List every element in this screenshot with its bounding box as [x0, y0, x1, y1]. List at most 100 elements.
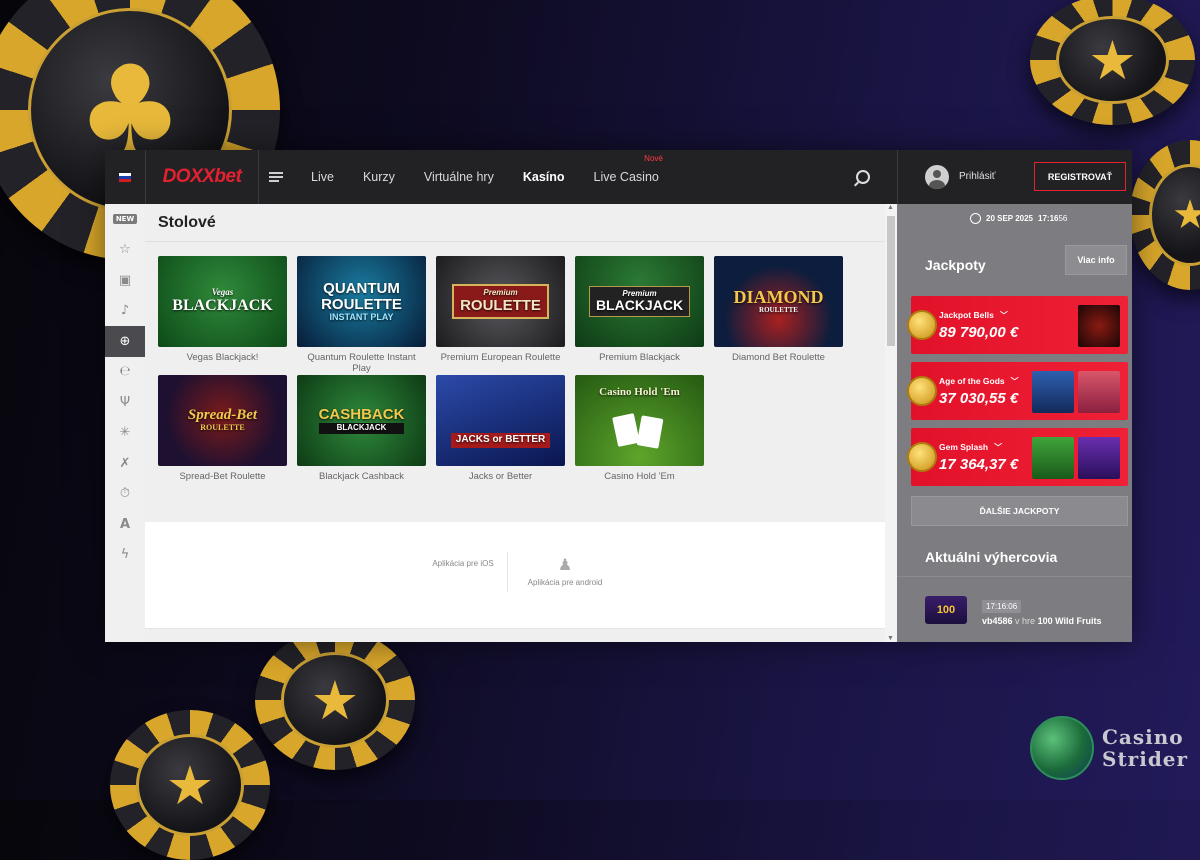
game-tile[interactable]: Premium BLACKJACK Premium Blackjack — [575, 256, 704, 363]
register-button[interactable]: REGISTROVAŤ — [1034, 162, 1126, 191]
menu-icon[interactable] — [269, 172, 283, 182]
game-tile[interactable]: JACKS or BETTER Jacks or Better — [436, 375, 565, 482]
logo-link[interactable]: DOXXbet — [146, 150, 259, 204]
decorative-chip-right: ★ — [1130, 140, 1200, 290]
nav-virtual-games[interactable]: Virtuálne hry — [424, 170, 494, 184]
nav-live-casino[interactable]: Live Casino Nové — [594, 154, 663, 184]
more-info-button[interactable]: Viac info — [1065, 245, 1127, 275]
slot-machine-icon[interactable]: ▣ — [105, 265, 145, 296]
jackpots-title: Jackpoty — [925, 257, 986, 273]
jackpot-game-thumbnail[interactable] — [1032, 437, 1074, 479]
jackpot-game-thumbnail[interactable] — [1078, 305, 1120, 347]
winner-time: 17:16:06 — [982, 600, 1022, 613]
game-tile[interactable]: Casino Hold 'Em Casino Hold 'Em — [575, 375, 704, 482]
jackpot-game-thumbnail[interactable] — [1078, 371, 1120, 413]
nav-live[interactable]: Live — [311, 170, 334, 184]
sidebar-item-new[interactable]: NEW — [105, 204, 145, 235]
decorative-chip-bottom-left: ★ — [110, 710, 270, 860]
doxxbet-logo: DOXXbet — [162, 166, 242, 187]
scrollbar[interactable]: ▲ ▼ — [885, 204, 897, 642]
jackpot-name: Age of the Gods — [939, 376, 1005, 386]
bell-icon[interactable]: ♪ — [105, 296, 145, 327]
jackpot-amount: 17 364,37 € — [939, 456, 1019, 473]
scroll-up-icon[interactable]: ▲ — [887, 204, 894, 211]
x-icon[interactable]: ✗ — [105, 448, 145, 479]
casino-strider-watermark: Casino Strider — [1030, 716, 1188, 780]
game-name: Quantum Roulette Instant Play — [307, 352, 416, 374]
jackpot-amount: 89 790,00 € — [939, 324, 1019, 341]
game-tile[interactable]: Premium ROULETTE Premium European Roulett… — [436, 256, 565, 363]
coin-icon — [907, 310, 937, 340]
game-name: Casino Hold 'Em — [604, 471, 675, 482]
game-tile[interactable]: Vegas BLACKJACK Vegas Blackjack! — [158, 256, 287, 363]
clock-icon[interactable]: ⏱ — [105, 479, 145, 510]
divider — [897, 150, 898, 204]
category-sidebar: NEW ☆ ▣ ♪ ⊕ ℮ Ψ ✳ ✗ ⏱ A ϟ — [105, 204, 146, 642]
winner-entry: vb4586 v hre 100 Wild Fruits — [982, 616, 1102, 626]
scroll-down-icon[interactable]: ▼ — [887, 635, 894, 642]
game-name: Spread-Bet Roulette — [179, 471, 266, 482]
user-avatar-icon[interactable] — [925, 165, 949, 189]
divider — [507, 552, 508, 592]
game-thumbnail: JACKS or BETTER — [436, 375, 565, 466]
jackpot-amount: 37 030,55 € — [939, 390, 1019, 407]
jackpot-game-thumbnail[interactable] — [1078, 437, 1120, 479]
roulette-icon[interactable]: ⊕ — [105, 326, 145, 357]
game-thumbnail: Premium ROULETTE — [436, 256, 565, 347]
jackpot-name: Jackpot Bells — [939, 310, 994, 320]
game-tile[interactable]: QUANTUM ROULETTE INSTANT PLAY Quantum Rou… — [297, 256, 426, 374]
game-name: Premium European Roulette — [440, 352, 561, 363]
android-app-link[interactable]: ♟ Aplikácia pre android — [515, 555, 615, 587]
clock: 20 SEP 2025 17:16 56 — [970, 213, 1067, 224]
wing-icon[interactable]: Ψ — [105, 387, 145, 418]
android-icon: ♟ — [557, 555, 573, 574]
search-icon[interactable] — [856, 170, 870, 184]
nav-casino[interactable]: Kasíno — [523, 170, 565, 184]
jackpot-card[interactable]: Gem Splash ﹀ 17 364,37 € — [907, 428, 1128, 486]
game-list: Stolové Vegas BLACKJACK Vegas Blackjack! … — [145, 204, 885, 642]
coin-icon — [907, 376, 937, 406]
slovak-flag-icon — [119, 172, 131, 182]
decorative-chip-top-right: ★ — [1030, 0, 1195, 125]
more-jackpots-button[interactable]: ĎALŠIE JACKPOTY — [911, 496, 1128, 526]
new-badge: Nové — [644, 154, 663, 163]
right-panel: 20 SEP 2025 17:16 56 Jackpoty Viac info J… — [897, 204, 1132, 642]
decorative-chip-bottom-center: ★ — [255, 630, 415, 770]
game-thumbnail: Casino Hold 'Em — [575, 375, 704, 466]
winners-title: Aktuálni výhercovia — [925, 549, 1058, 565]
game-thumbnail: CASHBACK BLACKJACK — [297, 375, 426, 466]
chevron-down-icon: ﹀ — [999, 311, 1008, 320]
jackpot-card[interactable]: Age of the Gods ﹀ 37 030,55 € — [907, 362, 1128, 420]
jackpot-game-thumbnail[interactable] — [1032, 371, 1074, 413]
game-name: Premium Blackjack — [599, 352, 680, 363]
divider — [145, 241, 885, 242]
game-name: Blackjack Cashback — [318, 471, 404, 482]
divider — [897, 576, 1132, 577]
scroll-thumb[interactable] — [887, 216, 895, 346]
game-tile[interactable]: Spread-Bet ROULETTE Spread-Bet Roulette — [158, 375, 287, 482]
a-icon[interactable]: A — [105, 509, 145, 540]
game-name: Diamond Bet Roulette — [732, 352, 825, 363]
game-name: Jacks or Better — [468, 471, 533, 482]
coin-icon — [907, 442, 937, 472]
jackpot-name: Gem Splash — [939, 442, 989, 452]
nav-kurzy[interactable]: Kurzy — [363, 170, 395, 184]
chevron-down-icon: ﹀ — [1010, 377, 1019, 386]
game-tile[interactable]: DIAMOND ROULETTE Diamond Bet Roulette — [714, 256, 843, 363]
language-selector[interactable] — [105, 150, 146, 204]
game-tile[interactable]: CASHBACK BLACKJACK Blackjack Cashback — [297, 375, 426, 482]
game-thumbnail: Vegas BLACKJACK — [158, 256, 287, 347]
globe-icon — [1030, 716, 1094, 780]
sparkle-icon[interactable]: ✳ — [105, 418, 145, 449]
login-link[interactable]: Prihlásiť — [959, 171, 996, 182]
bolt-icon[interactable]: ϟ — [105, 540, 145, 571]
e-icon[interactable]: ℮ — [105, 357, 145, 388]
jackpot-card[interactable]: Jackpot Bells ﹀ 89 790,00 € — [907, 296, 1128, 354]
star-icon[interactable]: ☆ — [105, 235, 145, 266]
ios-app-link[interactable]: Aplikácia pre iOS — [423, 555, 503, 568]
game-thumbnail: Spread-Bet ROULETTE — [158, 375, 287, 466]
top-bar: DOXXbet Live Kurzy Virtuálne hry Kasíno … — [105, 150, 1132, 204]
casino-window: DOXXbet Live Kurzy Virtuálne hry Kasíno … — [105, 150, 1132, 642]
winner-game-thumbnail[interactable]: 100 — [925, 596, 967, 624]
game-thumbnail: DIAMOND ROULETTE — [714, 256, 843, 347]
